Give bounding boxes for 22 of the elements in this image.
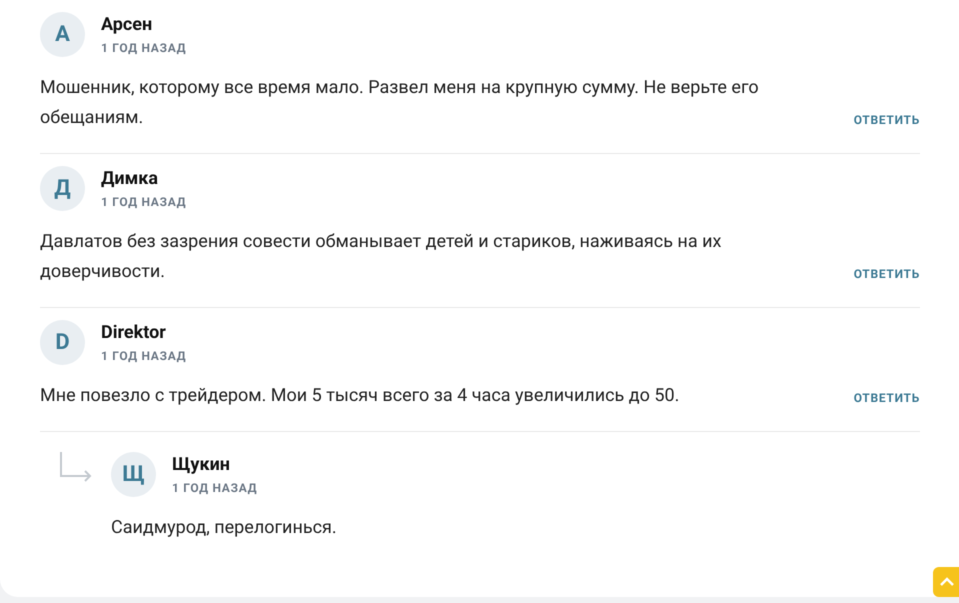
comment-text: Мне повезло с трейдером. Мои 5 тысяч всего за 4 часа увеличились до 50. [40, 384, 680, 408]
author-name: Щукин [172, 452, 231, 476]
reply-link[interactable]: ОТВЕТИТЬ [854, 265, 920, 283]
avatar: Д [40, 166, 85, 211]
comment-text: Давлатов без зазрения совести обманывает детей и стариков, наживаясь на их доверчивости. [40, 230, 722, 284]
reply-link[interactable]: ОТВЕТИТЬ [854, 389, 920, 407]
avatar: Щ [111, 452, 156, 497]
avatar: А [40, 12, 85, 57]
chevron-up-icon [939, 577, 955, 587]
reply-arrow-icon [60, 452, 93, 484]
reply-link[interactable]: ОТВЕТИТЬ [854, 111, 920, 129]
author-name: Димка [101, 166, 160, 190]
comment-date: 1 ГОД НАЗАД [101, 348, 186, 364]
scroll-top-button[interactable] [933, 567, 959, 597]
comment-date: 1 ГОД НАЗАД [172, 480, 258, 496]
author-name: Direktor [101, 320, 167, 344]
comment-text: Саидмурод, перелогинься. [111, 516, 338, 540]
avatar: D [40, 320, 85, 365]
comment-text: Мошенник, которому все время мало. Развел меня на крупную сумму. Не верьте его обещаниям. [40, 76, 760, 130]
author-name: Арсен [101, 12, 154, 36]
comment-date: 1 ГОД НАЗАД [101, 194, 186, 210]
comment-date: 1 ГОД НАЗАД [101, 40, 186, 56]
